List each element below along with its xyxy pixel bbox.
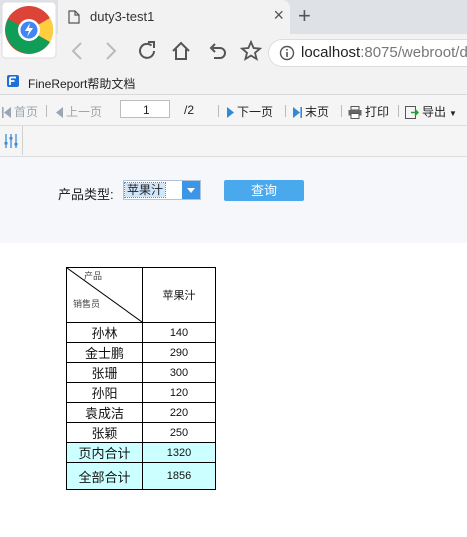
print-label: 打印 [365, 105, 390, 119]
undo-icon[interactable] [206, 40, 228, 62]
toolbar-divider [46, 105, 47, 117]
browser-navbar: localhost:8075/webroot/d [0, 34, 467, 70]
export-button[interactable]: 导出 ▼ [405, 103, 457, 120]
report-toolbar: 首页 上一页 1 /2 下一页 末页 打印 导出 ▼ [0, 95, 467, 126]
salesperson-cell: 金士鹏 [66, 342, 143, 363]
next-page-icon [227, 107, 234, 119]
page-total-value: 1320 [142, 442, 216, 463]
value-cell: 120 [142, 382, 216, 403]
prev-page-label: 上一页 [66, 105, 103, 119]
table-row: 张珊 300 [66, 362, 216, 383]
tab-title: duty3-test1 [90, 9, 155, 24]
value-cell: 250 [142, 422, 216, 443]
header-product-caption: 产品 [83, 271, 102, 281]
toolbar-divider [218, 105, 219, 117]
bookmark-star-icon[interactable] [240, 40, 262, 62]
forward-arrow-icon[interactable] [100, 40, 120, 62]
diagonal-header-cell: 产品 销售员 [66, 267, 143, 323]
chrome-logo-icon[interactable] [0, 0, 58, 60]
parameter-toolbar [0, 126, 467, 157]
toolbar-divider [285, 105, 286, 117]
export-label: 导出 [422, 105, 447, 119]
product-type-label: 产品类型: [58, 187, 114, 202]
product-type-value: 苹果汁 [123, 182, 167, 198]
value-cell: 300 [142, 362, 216, 383]
table-row: 金士鹏 290 [66, 342, 216, 363]
product-column-header: 苹果汁 [142, 267, 216, 323]
first-page-label: 首页 [14, 105, 39, 119]
address-bar[interactable]: localhost:8075/webroot/d [268, 39, 467, 67]
toolbar-divider [341, 105, 342, 117]
parameter-pane: 产品类型: 苹果汁 查询 [0, 157, 467, 243]
product-type-select[interactable]: 苹果汁 [123, 180, 201, 200]
chevron-down-icon: ▼ [449, 109, 457, 118]
home-icon[interactable] [170, 40, 192, 62]
table-row: 袁成洁 220 [66, 402, 216, 423]
report-table: 产品 销售员 苹果汁 孙林 140 金士鹏 290 张珊 300 孙阳 120 … [66, 267, 216, 490]
close-tab-icon[interactable]: × [273, 5, 284, 25]
value-cell: 220 [142, 402, 216, 423]
last-page-label: 末页 [305, 105, 330, 119]
finereport-logo-icon [7, 75, 19, 87]
next-page-label: 下一页 [237, 105, 274, 119]
url-path: :8075/webroot/d [360, 44, 467, 61]
prev-page-icon [56, 107, 63, 119]
grand-total-value: 1856 [142, 462, 216, 490]
salesperson-cell: 张颖 [66, 422, 143, 443]
salesperson-cell: 孙阳 [66, 382, 143, 403]
header-row: 产品 销售员 苹果汁 [66, 267, 216, 323]
value-cell: 290 [142, 342, 216, 363]
sliders-icon [4, 134, 18, 148]
query-button[interactable]: 查询 [224, 180, 304, 201]
header-salesperson-caption: 销售员 [73, 299, 101, 309]
browser-tab[interactable]: duty3-test1 × [58, 0, 290, 34]
document-icon [68, 10, 80, 24]
caret-down-icon [187, 188, 195, 193]
next-page-button[interactable]: 下一页 [227, 103, 273, 120]
bookmark-finereport-help[interactable]: FineReport帮助文档 [28, 75, 135, 92]
diagonal-line [67, 268, 142, 322]
page-total-label: 页内合计 [66, 442, 143, 463]
table-row: 孙阳 120 [66, 382, 216, 403]
grand-total-label: 全部合计 [66, 462, 143, 490]
prev-page-button[interactable]: 上一页 [56, 103, 102, 120]
print-button[interactable]: 打印 [348, 103, 389, 120]
first-page-icon [2, 107, 11, 119]
last-page-button[interactable]: 末页 [293, 103, 329, 120]
new-tab-icon[interactable]: + [298, 3, 311, 29]
table-row: 张颖 250 [66, 422, 216, 443]
first-page-button[interactable]: 首页 [2, 103, 38, 120]
browser-tab-strip: duty3-test1 × + [0, 0, 467, 34]
page-total-row: 页内合计 1320 [66, 442, 216, 463]
page-number-input[interactable]: 1 [120, 100, 170, 118]
parameter-toggle-button[interactable] [0, 126, 23, 155]
page-total: /2 [184, 103, 195, 117]
reload-icon[interactable] [136, 40, 158, 62]
export-icon [405, 106, 419, 120]
salesperson-cell: 张珊 [66, 362, 143, 383]
toolbar-divider [398, 105, 399, 117]
value-cell: 140 [142, 322, 216, 343]
dropdown-arrow-button[interactable] [182, 181, 200, 199]
salesperson-cell: 袁成洁 [66, 402, 143, 423]
url-host: localhost [301, 44, 361, 61]
grand-total-row: 全部合计 1856 [66, 462, 216, 490]
back-arrow-icon[interactable] [68, 40, 88, 62]
last-page-icon [293, 107, 302, 119]
url-text: localhost:8075/webroot/d [301, 44, 467, 61]
printer-icon [348, 106, 362, 120]
bookmarks-bar: FineReport帮助文档 [0, 70, 467, 95]
info-icon[interactable] [279, 45, 295, 61]
salesperson-cell: 孙林 [66, 322, 143, 343]
table-row: 孙林 140 [66, 322, 216, 343]
